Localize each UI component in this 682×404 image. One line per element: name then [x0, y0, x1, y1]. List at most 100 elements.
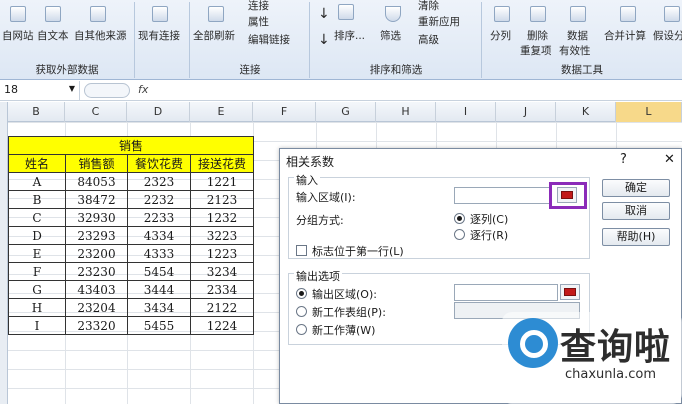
table-cell[interactable]: 1223: [190, 244, 254, 263]
by-row-radio[interactable]: [454, 229, 465, 240]
table-cell[interactable]: B: [8, 190, 66, 209]
ok-button[interactable]: 确定: [602, 179, 670, 197]
table-cell[interactable]: 3434: [127, 298, 191, 317]
table-cell[interactable]: 23293: [65, 226, 128, 245]
help-button[interactable]: 帮助(H): [602, 228, 670, 246]
existing-connections-button[interactable]: 现有连接: [138, 28, 180, 43]
table-header-cell[interactable]: 销售额: [65, 154, 128, 173]
by-column-label[interactable]: 逐列(C): [470, 211, 508, 227]
sort-desc-icon[interactable]: ↓: [318, 32, 330, 48]
table-cell[interactable]: 43403: [65, 280, 128, 299]
new-workbook-label[interactable]: 新工作薄(W): [312, 322, 375, 338]
output-range-label[interactable]: 输出区域(O):: [312, 286, 377, 302]
table-cell[interactable]: 5454: [127, 262, 191, 281]
table-cell[interactable]: 32930: [65, 208, 128, 227]
col-header-f[interactable]: F: [253, 102, 316, 122]
table-header-cell[interactable]: 姓名: [8, 154, 66, 173]
from-other-sources-button[interactable]: 自其他来源: [74, 28, 127, 43]
by-column-radio[interactable]: [454, 213, 465, 224]
remove-duplicates-button[interactable]: 删除: [527, 28, 548, 43]
table-cell[interactable]: 23200: [65, 244, 128, 263]
col-header-h[interactable]: H: [376, 102, 436, 122]
output-range-radio[interactable]: [296, 288, 307, 299]
table-cell[interactable]: 2334: [190, 280, 254, 299]
edit-links-button[interactable]: 编辑链接: [248, 32, 290, 47]
output-range-picker-icon[interactable]: [560, 284, 580, 300]
clear-button[interactable]: 清除: [418, 0, 439, 13]
table-cell[interactable]: 23230: [65, 262, 128, 281]
table-cell[interactable]: 4333: [127, 244, 191, 263]
input-range-field[interactable]: [454, 187, 550, 204]
reapply-button[interactable]: 重新应用: [418, 14, 460, 29]
labels-first-row-label[interactable]: 标志位于第一行(L): [312, 243, 404, 259]
labels-first-row-checkbox[interactable]: [296, 245, 307, 256]
text-to-columns-button[interactable]: 分列: [490, 28, 511, 43]
sort-az-icon[interactable]: [338, 4, 354, 20]
col-header-b[interactable]: B: [8, 102, 65, 122]
table-cell[interactable]: 4334: [127, 226, 191, 245]
table-cell[interactable]: F: [8, 262, 66, 281]
table-cell[interactable]: 1221: [190, 172, 254, 191]
table-cell[interactable]: 23320: [65, 316, 128, 335]
column-headers: B C D E F G H I J K L: [0, 102, 682, 122]
table-cell[interactable]: A: [8, 172, 66, 191]
col-header-k[interactable]: K: [556, 102, 616, 122]
table-cell[interactable]: 84053: [65, 172, 128, 191]
table-cell[interactable]: G: [8, 280, 66, 299]
new-sheet-label[interactable]: 新工作表组(P):: [312, 304, 386, 320]
table-cell[interactable]: 1224: [190, 316, 254, 335]
table-cell[interactable]: I: [8, 316, 66, 335]
col-header-i[interactable]: I: [436, 102, 496, 122]
col-header-c[interactable]: C: [65, 102, 127, 122]
help-icon[interactable]: ?: [620, 152, 627, 167]
by-row-label[interactable]: 逐行(R): [470, 227, 508, 243]
new-workbook-radio[interactable]: [296, 324, 307, 335]
what-if-button[interactable]: 假设分: [653, 28, 682, 43]
formula-controls[interactable]: [84, 83, 130, 98]
col-header-e[interactable]: E: [190, 102, 253, 122]
new-sheet-radio[interactable]: [296, 306, 307, 317]
data-validation-button[interactable]: 数据: [567, 28, 588, 43]
table-cell[interactable]: 38472: [65, 190, 128, 209]
table-cell[interactable]: H: [8, 298, 66, 317]
table-cell[interactable]: 2323: [127, 172, 191, 191]
table-cell[interactable]: C: [8, 208, 66, 227]
table-cell[interactable]: E: [8, 244, 66, 263]
table-cell[interactable]: 5455: [127, 316, 191, 335]
table-cell[interactable]: 2233: [127, 208, 191, 227]
table-cell[interactable]: 2122: [190, 298, 254, 317]
table-cell[interactable]: D: [8, 226, 66, 245]
filter-button[interactable]: 筛选: [380, 28, 401, 43]
table-cell[interactable]: 3234: [190, 262, 254, 281]
col-header-l[interactable]: L: [616, 102, 682, 122]
from-text-button[interactable]: 自文本: [37, 28, 69, 43]
table-cell[interactable]: 1232: [190, 208, 254, 227]
properties-button[interactable]: 属性: [248, 14, 269, 29]
refresh-all-button[interactable]: 全部刷新: [193, 28, 235, 43]
advanced-button[interactable]: 高级: [418, 32, 439, 47]
input-range-picker-icon[interactable]: [557, 187, 577, 203]
col-header-d[interactable]: D: [127, 102, 190, 122]
table-cell[interactable]: 3444: [127, 280, 191, 299]
sort-asc-icon[interactable]: ↓: [318, 6, 330, 22]
chevron-down-icon[interactable]: ▼: [69, 84, 75, 93]
table-cell[interactable]: 2232: [127, 190, 191, 209]
table-header-cell[interactable]: 接送花费: [190, 154, 254, 173]
what-if-icon: [664, 6, 680, 22]
fx-icon[interactable]: fx: [138, 83, 148, 96]
close-icon[interactable]: ✕: [664, 152, 675, 167]
cancel-button[interactable]: 取消: [602, 202, 670, 220]
col-header-g[interactable]: G: [316, 102, 376, 122]
name-box[interactable]: 18 ▼: [0, 81, 80, 100]
table-title[interactable]: 销售: [8, 136, 254, 155]
connections-button[interactable]: 连接: [248, 0, 269, 13]
from-web-button[interactable]: 自网站: [2, 28, 34, 43]
table-cell[interactable]: 2123: [190, 190, 254, 209]
output-range-field[interactable]: [454, 284, 558, 301]
table-header-cell[interactable]: 餐饮花费: [127, 154, 191, 173]
consolidate-button[interactable]: 合并计算: [604, 28, 646, 43]
table-cell[interactable]: 23204: [65, 298, 128, 317]
table-cell[interactable]: 3223: [190, 226, 254, 245]
col-header-j[interactable]: J: [496, 102, 556, 122]
sort-button[interactable]: 排序...: [334, 28, 365, 43]
